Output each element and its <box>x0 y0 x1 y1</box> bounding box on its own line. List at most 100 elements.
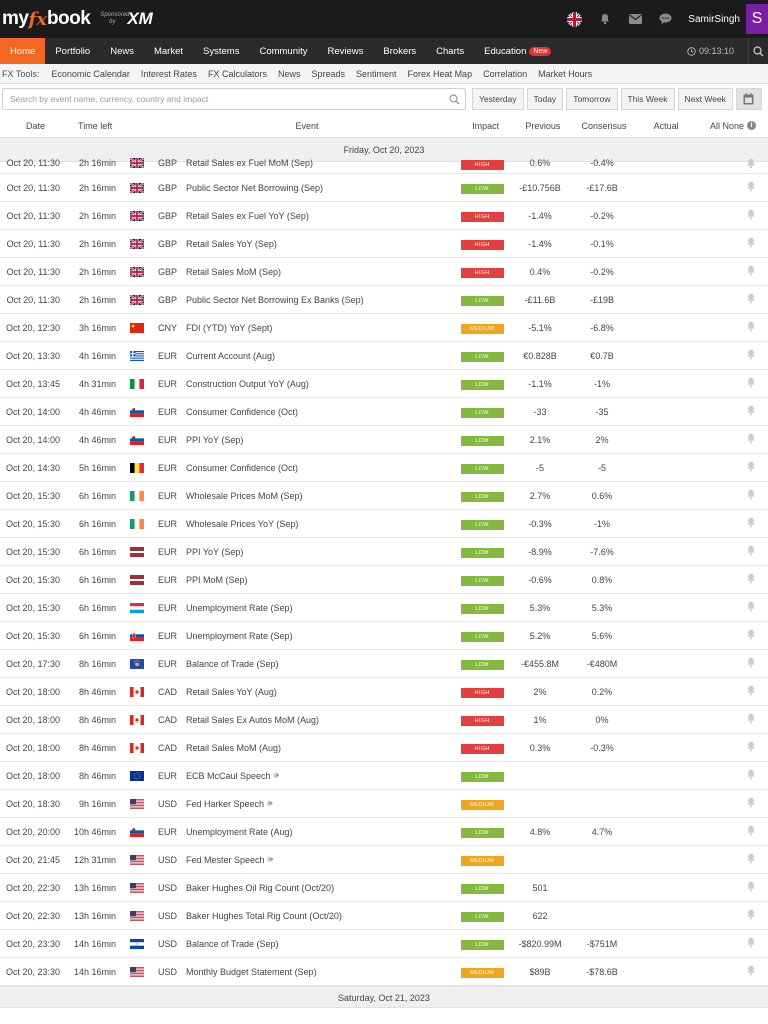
bell-icon[interactable] <box>746 573 756 587</box>
bell-icon[interactable] <box>746 601 756 615</box>
row-event[interactable]: Retail Sales YoY (Aug) <box>186 687 454 697</box>
row-event-name[interactable]: Wholesale Prices MoM (Sep) <box>186 491 303 501</box>
search-icon[interactable] <box>748 38 768 64</box>
header-previous[interactable]: Previous <box>513 121 572 131</box>
table-row[interactable]: Oct 20, 11:30 2h 16min GBP Retail Sales … <box>0 258 768 286</box>
bell-icon[interactable] <box>746 769 756 783</box>
bell-icon[interactable] <box>746 321 756 335</box>
bell-icon[interactable] <box>746 265 756 279</box>
nav-education[interactable]: Education New <box>474 38 561 64</box>
row-event[interactable]: Fed Harker Speech 🕪 <box>186 798 454 809</box>
tool-economic-calendar[interactable]: Economic Calendar <box>51 69 130 79</box>
bell-icon[interactable] <box>598 12 612 26</box>
row-event[interactable]: PPI MoM (Sep) <box>186 575 454 585</box>
row-event-name[interactable]: Unemployment Rate (Sep) <box>186 603 293 613</box>
tool-sentiment[interactable]: Sentiment <box>356 69 397 79</box>
bell-icon[interactable] <box>746 293 756 307</box>
row-event-name[interactable]: Public Sector Net Borrowing (Sep) <box>186 183 323 193</box>
next-week-button[interactable]: Next Week <box>677 88 733 110</box>
table-row[interactable]: Oct 20, 17:30 8h 16min EUR Balance of Tr… <box>0 650 768 678</box>
row-event[interactable]: Balance of Trade (Sep) <box>186 939 454 949</box>
bell-icon[interactable] <box>746 909 756 923</box>
nav-reviews[interactable]: Reviews <box>318 38 374 64</box>
row-event-name[interactable]: Retail Sales MoM (Aug) <box>186 743 281 753</box>
row-event[interactable]: Unemployment Rate (Sep) <box>186 603 454 613</box>
table-row[interactable]: Oct 20, 18:00 8h 46min CAD Retail Sales … <box>0 734 768 762</box>
table-row[interactable]: Oct 20, 15:30 6h 16min EUR Wholesale Pri… <box>0 510 768 538</box>
row-event-name[interactable]: Construction Output YoY (Aug) <box>186 379 309 389</box>
table-row[interactable]: Oct 20, 23:30 14h 16min USD Monthly Budg… <box>0 958 768 986</box>
table-row[interactable]: Oct 20, 14:30 5h 16min EUR Consumer Conf… <box>0 454 768 482</box>
avatar[interactable]: S <box>746 4 768 34</box>
bell-icon[interactable] <box>746 377 756 391</box>
row-event-name[interactable]: Consumer Confidence (Oct) <box>186 463 298 473</box>
bell-icon[interactable] <box>746 545 756 559</box>
header-event[interactable]: Event <box>156 121 458 131</box>
row-event-name[interactable]: Baker Hughes Oil Rig Count (Oct/20) <box>186 883 334 893</box>
row-event[interactable]: Retail Sales ex Fuel MoM (Sep) <box>186 158 454 168</box>
bell-icon[interactable] <box>746 965 756 979</box>
tool-interest-rates[interactable]: Interest Rates <box>141 69 197 79</box>
row-event[interactable]: Retail Sales MoM (Sep) <box>186 267 454 277</box>
bell-icon[interactable] <box>746 937 756 951</box>
bell-icon[interactable] <box>746 685 756 699</box>
row-event-name[interactable]: Current Account (Aug) <box>186 351 275 361</box>
row-event-name[interactable]: PPI YoY (Sep) <box>186 435 243 445</box>
bell-icon[interactable] <box>746 433 756 447</box>
bell-icon[interactable] <box>746 713 756 727</box>
header-time-left[interactable]: Time left <box>71 121 156 131</box>
row-event[interactable]: Balance of Trade (Sep) <box>186 659 454 669</box>
bell-icon[interactable] <box>746 797 756 811</box>
row-event[interactable]: Baker Hughes Total Rig Count (Oct/20) <box>186 911 454 921</box>
tool-correlation[interactable]: Correlation <box>483 69 527 79</box>
nav-portfolio[interactable]: Portfolio <box>45 38 100 64</box>
header-date[interactable]: Date <box>0 121 71 131</box>
nav-systems[interactable]: Systems <box>193 38 249 64</box>
header-all-none[interactable]: All None i <box>697 121 768 131</box>
row-event-name[interactable]: Retail Sales MoM (Sep) <box>186 267 281 277</box>
table-row[interactable]: Oct 20, 14:00 4h 46min EUR Consumer Conf… <box>0 398 768 426</box>
table-row[interactable]: Oct 20, 15:30 6h 16min EUR Wholesale Pri… <box>0 482 768 510</box>
row-event-name[interactable]: Wholesale Prices YoY (Sep) <box>186 519 298 529</box>
row-event-name[interactable]: Public Sector Net Borrowing Ex Banks (Se… <box>186 295 364 305</box>
row-event-name[interactable]: Balance of Trade (Sep) <box>186 939 279 949</box>
header-impact[interactable]: Impact <box>458 121 513 131</box>
username[interactable]: SamirSingh <box>688 14 740 25</box>
bell-icon[interactable] <box>746 853 756 867</box>
search-icon[interactable] <box>449 93 460 105</box>
row-event-name[interactable]: PPI MoM (Sep) <box>186 575 248 585</box>
row-event-name[interactable]: Retail Sales ex Fuel MoM (Sep) <box>186 158 313 168</box>
row-event[interactable]: FDI (YTD) YoY (Sept) <box>186 323 454 333</box>
nav-charts[interactable]: Charts <box>426 38 474 64</box>
row-event-name[interactable]: Retail Sales YoY (Aug) <box>186 687 277 697</box>
table-row[interactable]: Oct 20, 18:00 8h 46min CAD Retail Sales … <box>0 706 768 734</box>
nav-home[interactable]: Home <box>0 38 46 64</box>
table-row[interactable]: Oct 20, 15:30 6h 16min EUR Unemployment … <box>0 594 768 622</box>
chat-icon[interactable] <box>658 12 672 26</box>
header-actual[interactable]: Actual <box>636 121 697 131</box>
table-row[interactable]: Oct 20, 11:30 2h 16min GBP Retail Sales … <box>0 158 768 174</box>
bell-icon[interactable] <box>746 209 756 223</box>
bell-icon[interactable] <box>746 489 756 503</box>
table-row[interactable]: Oct 20, 11:30 2h 16min GBP Public Sector… <box>0 286 768 314</box>
row-event-name[interactable]: PPI YoY (Sep) <box>186 547 243 557</box>
bell-icon[interactable] <box>746 657 756 671</box>
row-event[interactable]: Construction Output YoY (Aug) <box>186 379 454 389</box>
row-event[interactable]: Wholesale Prices MoM (Sep) <box>186 491 454 501</box>
tomorrow-button[interactable]: Tomorrow <box>566 88 618 110</box>
row-event-name[interactable]: Consumer Confidence (Oct) <box>186 407 298 417</box>
row-event-name[interactable]: Retail Sales ex Fuel YoY (Sep) <box>186 211 309 221</box>
row-event-name[interactable]: Unemployment Rate (Aug) <box>186 827 293 837</box>
all-none-label[interactable]: All None <box>710 121 744 131</box>
today-button[interactable]: Today <box>526 88 564 110</box>
row-event[interactable]: Consumer Confidence (Oct) <box>186 407 454 417</box>
bell-icon[interactable] <box>746 629 756 643</box>
row-event-name[interactable]: Fed Harker Speech <box>186 799 264 809</box>
row-event[interactable]: Unemployment Rate (Sep) <box>186 631 454 641</box>
table-row[interactable]: Oct 20, 22:30 13h 16min USD Baker Hughes… <box>0 874 768 902</box>
yesterday-button[interactable]: Yesterday <box>472 88 524 110</box>
table-row[interactable]: Oct 20, 11:30 2h 16min GBP Public Sector… <box>0 174 768 202</box>
tool-spreads[interactable]: Spreads <box>311 69 345 79</box>
row-event-name[interactable]: Retail Sales YoY (Sep) <box>186 239 277 249</box>
row-event[interactable]: Current Account (Aug) <box>186 351 454 361</box>
